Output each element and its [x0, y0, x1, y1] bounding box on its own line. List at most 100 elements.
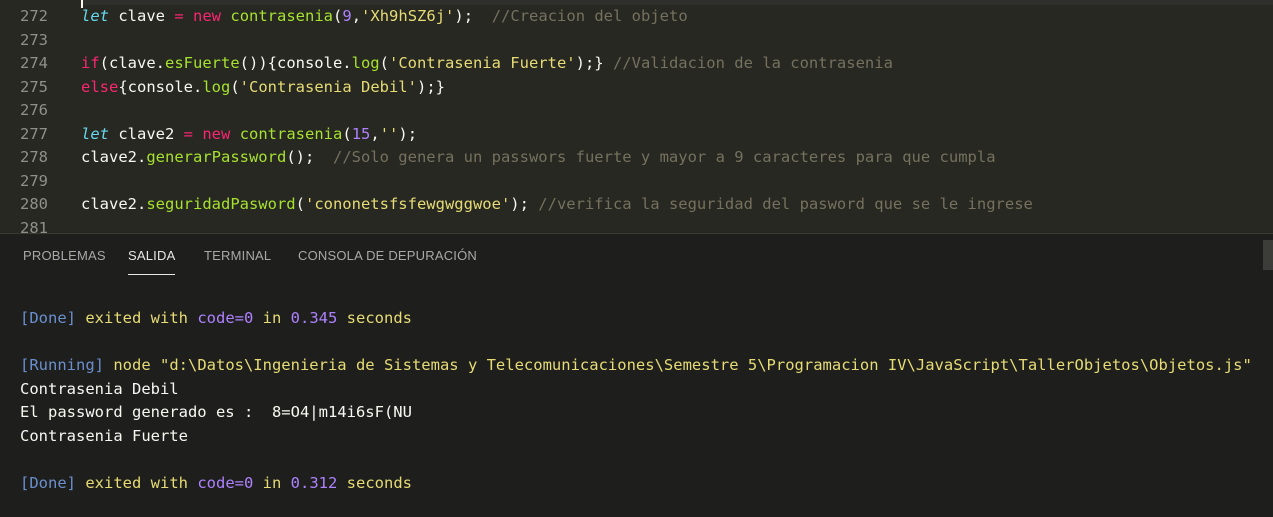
output-line: [Done] exited with code=0 in 0.345 secon… — [20, 307, 412, 330]
tab-salida[interactable]: SALIDA — [128, 248, 175, 263]
line-number: 275 — [20, 77, 48, 96]
line-number: 273 — [20, 30, 48, 49]
code-token: esFuerte — [165, 54, 240, 72]
code-token: //Creacion del objeto — [491, 7, 688, 25]
line-number: 281 — [20, 218, 48, 234]
code-token: ()){console. — [239, 54, 352, 72]
line-code[interactable]: let clave = new contrasenia(9,'Xh9hSZ6j'… — [81, 5, 688, 28]
code-token: ( — [295, 195, 305, 213]
code-token: clave2. — [81, 195, 147, 213]
output-token: exited with — [76, 473, 198, 492]
output-token: [Running] — [20, 356, 104, 374]
code-token: ( — [342, 124, 352, 143]
output-token: node "d:\Datos\Ingenieria de Sistemas y … — [104, 356, 1252, 374]
code-token: log — [202, 77, 231, 96]
code-token: let — [81, 7, 109, 25]
code-line[interactable]: 278 clave2.generarPassword(); //Solo gene… — [0, 146, 1273, 169]
output-line: El password generado es : 8=O4|m14i6sF(N… — [20, 401, 412, 424]
code-token: clave — [109, 7, 175, 25]
line-number: 274 — [20, 54, 48, 72]
code-token: = — [183, 124, 193, 143]
code-token: 'Contrasenia Debil' — [239, 77, 417, 96]
code-line[interactable]: 280 clave2.seguridadPasword('cononetsfsfe… — [0, 193, 1273, 216]
code-token: ( — [333, 7, 343, 25]
active-tab-indicator — [128, 274, 175, 275]
code-token: if — [81, 54, 100, 72]
code-token: else — [81, 77, 119, 96]
code-line[interactable]: 275 else{console.log('Contrasenia Debil')… — [0, 76, 1273, 99]
code-token: ( — [230, 77, 240, 96]
code-token: //verifica la seguridad del pasword que … — [538, 195, 1033, 213]
line-code[interactable]: let clave2 = new contrasenia(15,''); — [81, 123, 417, 146]
output-line: [Done] exited with code=0 in 0.312 secon… — [20, 472, 412, 495]
code-line[interactable]: 273 — [0, 29, 1273, 52]
output-token: seconds — [337, 473, 412, 492]
code-token: new — [202, 124, 231, 143]
output-token: [Done] — [20, 473, 76, 492]
line-code[interactable]: else{console.log('Contrasenia Debil');} — [81, 76, 445, 99]
line-code[interactable]: if(clave.esFuerte()){console.log('Contra… — [81, 52, 893, 75]
line-number: 276 — [20, 101, 48, 119]
output-line: Contrasenia Fuerte — [20, 425, 188, 448]
output-token: Contrasenia Debil — [20, 379, 179, 398]
tab-consola-depuracion[interactable]: CONSOLA DE DEPURACIÓN — [298, 248, 477, 263]
line-number: 272 — [20, 7, 48, 25]
code-token: //Solo genera un passwors fuerte y mayor… — [332, 148, 996, 166]
code-token: 'Contrasenia Fuerte' — [388, 54, 576, 72]
line-code[interactable]: clave2.seguridadPasword('cononetsfsfewgw… — [81, 193, 1033, 216]
code-token: '' — [379, 124, 399, 143]
code-token: seguridadPasword — [146, 195, 296, 213]
code-token: //Validacion de la contrasenia — [612, 54, 893, 72]
code-line[interactable]: 277 let clave2 = new contrasenia(15,''); — [0, 123, 1273, 146]
code-token: ); — [398, 124, 418, 143]
panel-scrollbar-thumb[interactable] — [1263, 240, 1273, 270]
output-token: El password generado es : 8=O4|m14i6sF(N… — [20, 403, 412, 421]
code-line[interactable]: 274 if(clave.esFuerte()){console.log('Con… — [0, 52, 1273, 75]
code-line[interactable]: 272 let clave = new contrasenia(9,'Xh9hSZ… — [0, 5, 1273, 28]
line-number: 279 — [20, 171, 48, 190]
code-token: ); — [454, 7, 492, 25]
tab-terminal[interactable]: TERMINAL — [204, 248, 271, 263]
code-token: , — [370, 124, 380, 143]
line-number: 278 — [20, 148, 48, 166]
line-number: 280 — [20, 195, 48, 213]
code-token: let — [81, 124, 109, 143]
code-token: );} — [575, 54, 613, 72]
tab-problemas[interactable]: PROBLEMAS — [23, 248, 106, 263]
code-token: 'cononetsfsfewgwggwoe' — [304, 195, 511, 213]
code-token: {console. — [118, 77, 203, 96]
code-line[interactable]: 279 — [0, 170, 1273, 193]
code-token: = — [174, 7, 184, 25]
output-token: 0.312 — [290, 473, 338, 492]
line-number: 277 — [20, 124, 48, 143]
code-token: clave2. — [81, 148, 147, 166]
code-line[interactable]: 281 — [0, 217, 1273, 234]
output-token: Contrasenia Fuerte — [20, 426, 188, 445]
code-token: );} — [416, 77, 445, 96]
code-line[interactable]: 276 — [0, 99, 1273, 122]
code-token: generarPassword — [146, 148, 287, 166]
code-token: 'Xh9hSZ6j' — [361, 7, 455, 25]
output-token: in — [253, 309, 291, 327]
output-token: [Done] — [20, 309, 76, 327]
output-token: exited with — [76, 309, 198, 327]
code-editor[interactable]: 272 let clave = new contrasenia(9,'Xh9hSZ… — [0, 0, 1273, 233]
code-token: contrasenia — [239, 124, 343, 143]
code-token: clave2 — [109, 124, 184, 143]
output-panel[interactable]: [Done] exited with code=0 in 0.345 secon… — [0, 277, 1273, 517]
code-token: log — [351, 54, 380, 72]
output-token: code=0 — [197, 309, 254, 327]
output-token: seconds — [337, 309, 412, 327]
code-token: 9 — [342, 7, 352, 25]
output-token: in — [253, 473, 291, 492]
code-token: 15 — [351, 124, 371, 143]
output-token: 0.345 — [290, 309, 338, 327]
code-token: new — [193, 7, 222, 25]
output-token: code=0 — [197, 473, 254, 492]
line-code[interactable]: clave2.generarPassword(); //Solo genera … — [81, 146, 996, 169]
code-token: (clave. — [99, 54, 165, 72]
